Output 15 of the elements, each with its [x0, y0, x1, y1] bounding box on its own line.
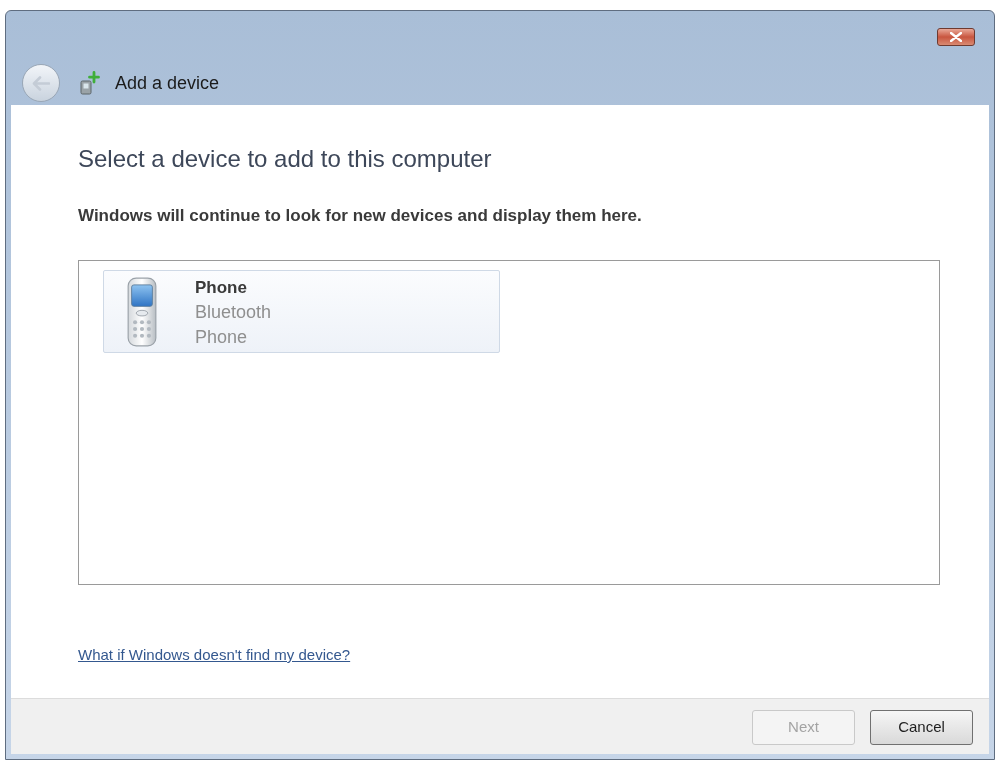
device-name: Phone: [195, 277, 247, 299]
device-plus-icon: [80, 71, 100, 95]
device-detail: Bluetooth: [195, 301, 272, 324]
page-heading: Select a device to add to this computer: [78, 145, 492, 173]
mobile-phone-icon: [127, 277, 157, 347]
device-tile[interactable]: Phone Bluetooth Phone: [103, 270, 500, 353]
device-detail: Phone: [195, 326, 248, 349]
dialog-button[interactable]: Cancel: [870, 710, 973, 745]
window-title: Add a device: [115, 71, 220, 95]
help-link[interactable]: What if Windows doesn't find my device?: [78, 645, 351, 665]
close-button[interactable]: [937, 28, 975, 46]
back-arrow-icon: [32, 75, 50, 91]
device-list[interactable]: Phone Bluetooth Phone: [78, 260, 940, 585]
instruction-text: Windows will continue to look for new devices and display them here.: [78, 207, 642, 225]
close-icon: [950, 32, 962, 42]
